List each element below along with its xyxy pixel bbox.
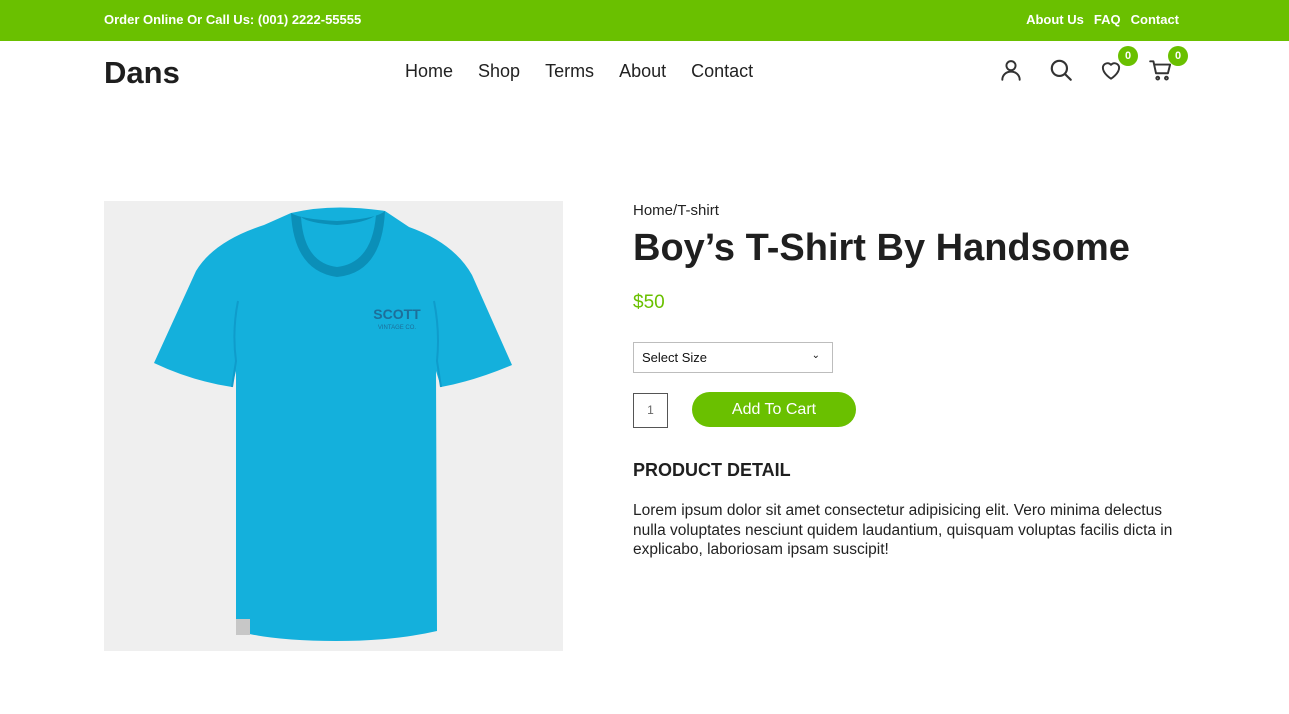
breadcrumb-category[interactable]: T-shirt: [677, 202, 719, 219]
size-select[interactable]: Select Size ⌄: [633, 342, 833, 373]
nav-terms[interactable]: Terms: [545, 61, 594, 82]
shirt-print-text: SCOTT: [373, 306, 421, 322]
main-header: Dans Home Shop Terms About Contact 0 0: [0, 41, 1289, 101]
header-icons: 0 0: [998, 46, 1188, 91]
chevron-down-icon: ⌄: [811, 350, 820, 361]
wishlist-count-badge: 0: [1118, 46, 1138, 66]
nav-home[interactable]: Home: [405, 61, 453, 82]
user-icon[interactable]: [998, 57, 1026, 85]
site-logo[interactable]: Dans: [104, 55, 180, 91]
product-price: $50: [633, 292, 665, 313]
nav-shop[interactable]: Shop: [478, 61, 520, 82]
product-image: SCOTT VINTAGE CO.: [104, 201, 563, 651]
cart-icon[interactable]: 0: [1148, 46, 1188, 85]
nav-about[interactable]: About: [619, 61, 666, 82]
search-icon[interactable]: [1048, 57, 1076, 85]
nav-contact[interactable]: Contact: [691, 61, 753, 82]
order-phone-text: Order Online Or Call Us: (001) 2222-5555…: [104, 12, 362, 27]
faq-link[interactable]: FAQ: [1094, 12, 1121, 27]
breadcrumb: Home/T-shirt: [633, 202, 1193, 219]
size-select-value: Select Size: [642, 350, 708, 365]
main-nav: Home Shop Terms About Contact: [405, 61, 753, 82]
product-detail-heading: PRODUCT DETAIL: [633, 460, 791, 480]
shirt-print-subtext: VINTAGE CO.: [378, 325, 417, 331]
about-us-link[interactable]: About Us: [1026, 12, 1084, 27]
heart-icon[interactable]: 0: [1098, 46, 1138, 85]
contact-link[interactable]: Contact: [1131, 12, 1179, 27]
add-to-cart-button[interactable]: Add To Cart: [692, 392, 856, 427]
top-bar: Order Online Or Call Us: (001) 2222-5555…: [0, 0, 1289, 41]
product-info: Home/T-shirt Boy’s T-Shirt By Handsome $…: [633, 201, 1193, 558]
tshirt-illustration: SCOTT VINTAGE CO.: [154, 207, 512, 641]
product-detail-text: Lorem ipsum dolor sit amet consectetur a…: [633, 502, 1173, 558]
quantity-input[interactable]: 1: [633, 393, 668, 428]
cart-count-badge: 0: [1168, 46, 1188, 66]
top-links: About Us FAQ Contact: [1026, 12, 1179, 27]
breadcrumb-home[interactable]: Home: [633, 202, 673, 219]
product-title: Boy’s T-Shirt By Handsome: [633, 227, 1130, 269]
